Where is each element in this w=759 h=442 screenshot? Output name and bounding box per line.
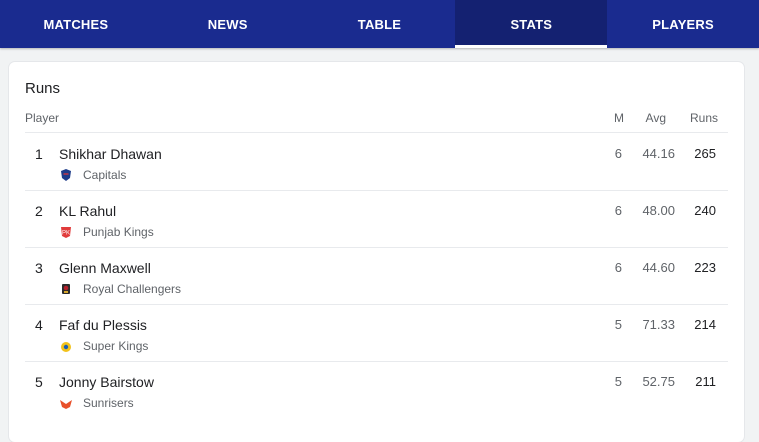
team-name: Super Kings (83, 339, 149, 353)
matches-value: 6 (614, 260, 622, 275)
average-value: 52.75 (642, 374, 675, 389)
runs-value: 211 (695, 374, 716, 389)
player-name[interactable]: Jonny Bairstow (59, 374, 154, 390)
rank: 4 (35, 317, 43, 333)
runs-value: 240 (694, 203, 716, 218)
team-name: Punjab Kings (83, 225, 154, 239)
tab-players[interactable]: PLAYERS (607, 0, 759, 48)
tab-table[interactable]: TABLE (304, 0, 456, 48)
super-kings-logo-icon (59, 339, 73, 353)
header-average: Avg (645, 111, 666, 125)
header-matches: M (614, 111, 624, 125)
table-row[interactable]: 4 Faf du Plessis Super Kings 5 71.33 214 (25, 304, 728, 362)
rank: 3 (35, 260, 43, 276)
average-value: 44.60 (642, 260, 675, 275)
team: Royal Challengers (59, 282, 181, 296)
team-name: Royal Challengers (83, 282, 182, 296)
matches-value: 5 (614, 317, 622, 332)
matches-value: 6 (614, 203, 622, 218)
average-value: 44.16 (642, 146, 675, 161)
player-name[interactable]: KL Rahul (59, 203, 116, 219)
punjab-kings-logo-icon: PK (59, 225, 73, 239)
player-name[interactable]: Shikhar Dhawan (59, 146, 162, 162)
header-player: Player (25, 111, 60, 125)
matches-value: 5 (614, 374, 622, 389)
team: Sunrisers (59, 396, 134, 410)
table-row[interactable]: 1 Shikhar Dhawan Capitals 6 44.16 265 (25, 133, 728, 191)
royal-challengers-logo-icon (59, 282, 73, 296)
sports-nav-tabs: MATCHES NEWS TABLE STATS PLAYERS (0, 0, 759, 48)
tab-stats[interactable]: STATS (455, 0, 608, 48)
table-row[interactable]: 5 Jonny Bairstow Sunrisers 5 52.75 211 (25, 361, 728, 418)
team: Super Kings (59, 339, 148, 353)
runs-value: 265 (694, 146, 716, 161)
team: PK Punjab Kings (59, 225, 154, 239)
rank: 5 (35, 374, 43, 390)
rank: 2 (35, 203, 43, 219)
header-runs: Runs (689, 111, 718, 125)
runs-value: 214 (694, 317, 716, 332)
sunrisers-logo-icon (59, 396, 73, 410)
team-name: Sunrisers (83, 396, 134, 410)
player-name[interactable]: Glenn Maxwell (59, 260, 151, 276)
runs-value: 223 (694, 260, 716, 275)
rank: 1 (35, 146, 43, 162)
svg-text:PK: PK (62, 231, 70, 237)
tab-matches[interactable]: MATCHES (0, 0, 152, 48)
team-name: Capitals (83, 168, 127, 182)
capitals-logo-icon (59, 168, 73, 182)
runs-stats-card: Runs Player M Avg Runs 1 Shikhar Dhawan … (9, 62, 744, 442)
average-value: 71.33 (642, 317, 675, 332)
table-header: Player M Avg Runs (25, 106, 728, 133)
table-row[interactable]: 3 Glenn Maxwell Royal Challengers 6 44.6… (25, 247, 728, 305)
table-row[interactable]: 2 KL Rahul PK Punjab Kings 6 48.00 240 (25, 190, 728, 248)
card-title: Runs (25, 80, 61, 97)
average-value: 48.00 (642, 203, 675, 218)
tab-news[interactable]: NEWS (152, 0, 304, 48)
matches-value: 6 (614, 146, 622, 161)
team: Capitals (59, 168, 126, 182)
player-name[interactable]: Faf du Plessis (59, 317, 147, 333)
